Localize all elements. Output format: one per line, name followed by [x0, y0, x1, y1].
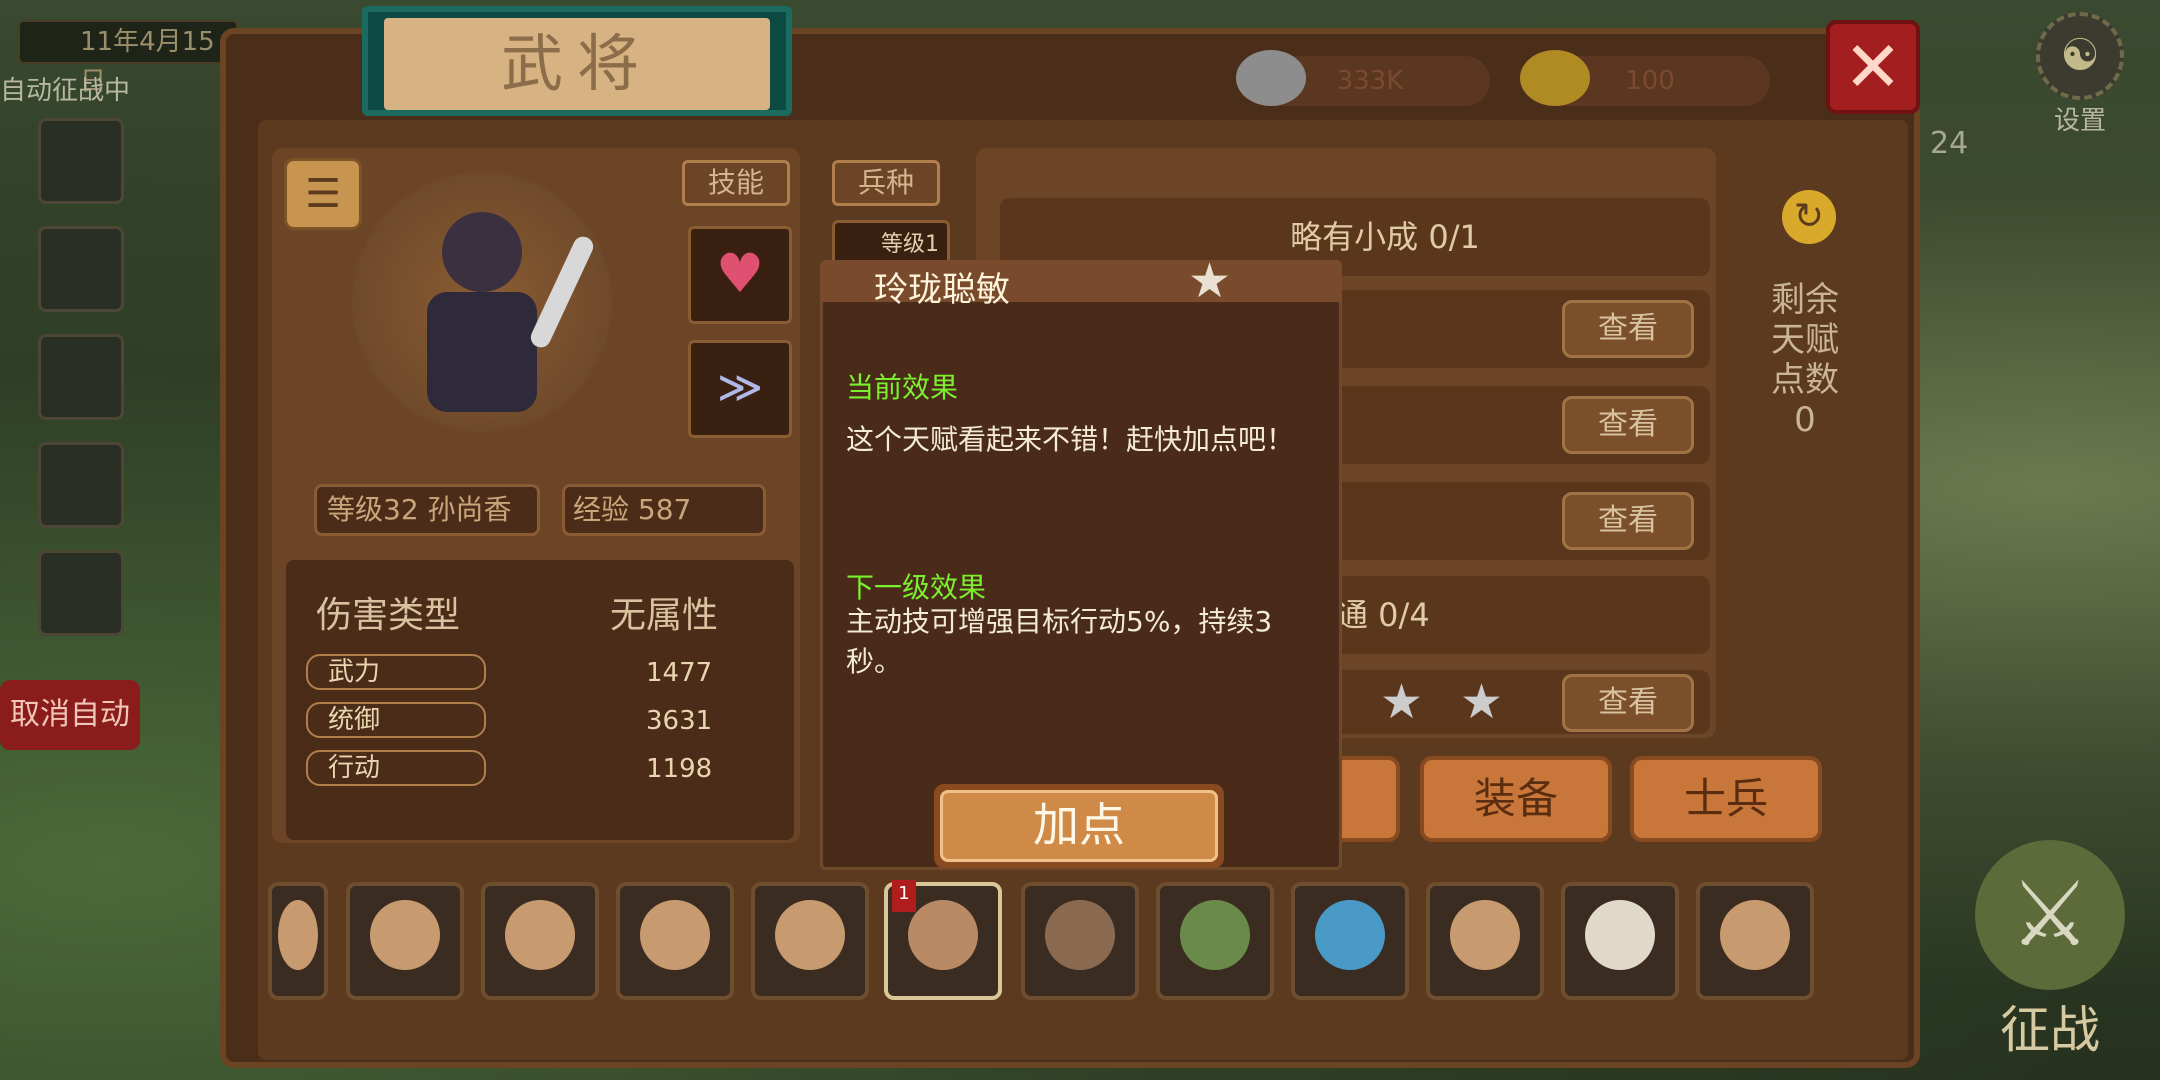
stat-label-pill: 行动	[306, 750, 486, 786]
sword-icon	[527, 233, 597, 351]
hero-card[interactable]	[1696, 882, 1814, 1000]
hero-card[interactable]	[1291, 882, 1409, 1000]
view-button[interactable]: 查看	[1562, 492, 1694, 550]
campaign-button[interactable]: ⚔ 征战	[1960, 840, 2140, 1070]
damage-type-label: 伤害类型	[316, 595, 461, 636]
hero-card[interactable]	[751, 882, 869, 1000]
gold-counter: 100	[1520, 50, 1770, 106]
hero-exp: 经验 587	[562, 484, 766, 536]
star-icon: ★	[1460, 674, 1504, 730]
stat-value: 3631	[646, 706, 713, 736]
gold-ingot-icon	[1520, 50, 1590, 106]
hero-face	[775, 900, 845, 970]
close-icon: ✕	[1843, 26, 1903, 108]
add-point-button[interactable]: 加点	[940, 790, 1218, 862]
hero-face	[1180, 900, 1250, 970]
team-hero-slot[interactable]	[38, 226, 124, 312]
stat-value: 1477	[646, 658, 713, 688]
hero-face	[1315, 900, 1385, 970]
hero-card[interactable]	[346, 882, 464, 1000]
arrows-skill-icon: ≫	[716, 362, 764, 413]
next-effect-text: 主动技可增强目标行动5%，持续3秒。	[846, 605, 1273, 678]
current-effect-text: 这个天赋看起来不错！赶快加点吧！	[846, 423, 1295, 456]
refresh-icon[interactable]: ↻	[1782, 190, 1836, 244]
hero-face	[1720, 900, 1790, 970]
hero-face	[370, 900, 440, 970]
hero-card[interactable]	[616, 882, 734, 1000]
side-counter: 24	[1930, 126, 1969, 161]
soldier-tab-button[interactable]: 士兵	[1630, 756, 1822, 842]
window-title: 武将	[384, 18, 770, 110]
list-icon: ☰	[305, 171, 341, 217]
hero-level-name: 等级32 孙尚香	[314, 484, 540, 536]
team-hero-slot[interactable]	[38, 442, 124, 528]
yin-yang-gear-icon: ☯	[2036, 12, 2124, 100]
list-button[interactable]: ☰	[284, 158, 362, 230]
auto-battle-status: 自动征战中	[0, 76, 131, 106]
damage-type-value: 无属性	[610, 595, 719, 636]
hero-card[interactable]	[1021, 882, 1139, 1000]
skill-slot[interactable]: ♥	[688, 226, 792, 324]
team-hero-slot[interactable]	[38, 334, 124, 420]
view-button[interactable]: 查看	[1562, 674, 1694, 732]
hero-card[interactable]	[481, 882, 599, 1000]
team-hero-slot[interactable]	[38, 550, 124, 636]
hero-head	[442, 212, 522, 292]
view-button[interactable]: 查看	[1562, 396, 1694, 454]
hero-face	[1450, 900, 1520, 970]
silver-ingot-icon	[1236, 50, 1306, 106]
popup-title: 玲珑聪敏	[874, 270, 1010, 310]
star-icon: ★	[1380, 674, 1424, 730]
hero-portrait	[352, 172, 612, 432]
troop-tab[interactable]: 兵种	[832, 160, 940, 206]
settings-button[interactable]: ☯ 设置	[2020, 12, 2140, 137]
game-date: 11年4月15日	[18, 20, 238, 97]
hero-face	[505, 900, 575, 970]
selected-badge: 1	[892, 880, 916, 912]
hero-face	[908, 900, 978, 970]
hero-card[interactable]	[268, 882, 328, 1000]
close-button[interactable]: ✕	[1826, 20, 1920, 114]
stat-value: 1198	[646, 754, 713, 784]
stat-label-pill: 统御	[306, 702, 486, 738]
equip-tab-button[interactable]: 装备	[1420, 756, 1612, 842]
current-effect-label: 当前效果	[846, 371, 959, 404]
cancel-auto-button[interactable]: 取消自动	[0, 680, 140, 750]
hero-card[interactable]	[1426, 882, 1544, 1000]
next-effect-label: 下一级效果	[846, 571, 987, 604]
team-hero-slot[interactable]	[38, 118, 124, 204]
remaining-talent-points: 剩余天赋点数 0	[1771, 280, 1839, 440]
star-icon: ★	[1188, 253, 1232, 309]
hero-face	[640, 900, 710, 970]
skill-tab[interactable]: 技能	[682, 160, 790, 206]
heart-skill-icon: ♥	[715, 242, 765, 305]
hero-body	[427, 292, 537, 412]
talent-detail-popup	[820, 260, 1342, 870]
crossed-swords-icon: ⚔	[1975, 840, 2125, 990]
view-button[interactable]: 查看	[1562, 300, 1694, 358]
silver-counter: 333K	[1236, 50, 1490, 106]
hero-face	[1585, 900, 1655, 970]
hero-card[interactable]	[1156, 882, 1274, 1000]
stat-label-pill: 武力	[306, 654, 486, 690]
hero-face	[278, 900, 318, 970]
skill-slot[interactable]: ≫	[688, 340, 792, 438]
hero-face	[1045, 900, 1115, 970]
hero-card[interactable]	[1561, 882, 1679, 1000]
